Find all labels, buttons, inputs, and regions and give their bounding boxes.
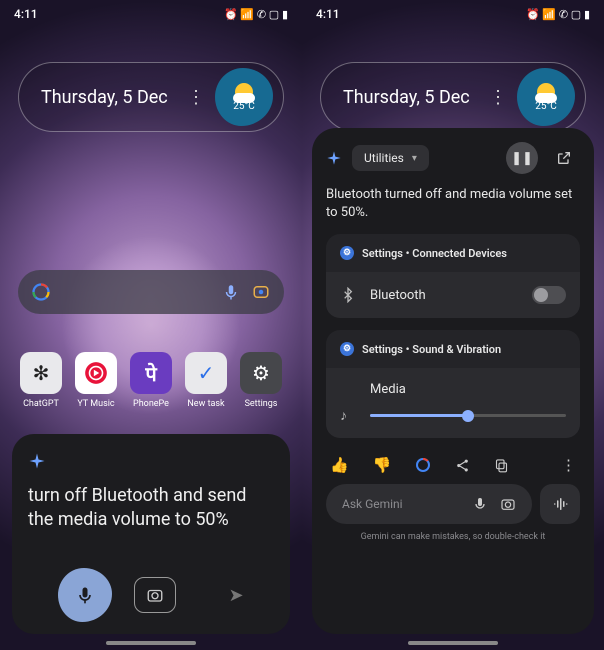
widget-menu-icon[interactable]: ⋮ [479,87,517,108]
sun-icon [235,83,253,101]
media-volume-slider[interactable] [370,414,566,417]
music-note-icon: ♪ [340,407,356,424]
date-text: Thursday, 5 Dec [343,87,479,108]
ytmusic-icon [75,352,117,394]
pause-button[interactable]: ❚❚ [506,142,538,174]
settings-icon: ⚙ [240,352,282,394]
mic-icon[interactable] [472,496,488,512]
app-phonepe[interactable]: पे PhonePe [126,352,176,409]
bluetooth-toggle[interactable] [532,286,566,304]
clock: 4:11 [14,7,38,21]
status-icons: ⏰ 📶 ✆ ▢ ▮ [224,8,288,21]
thumbs-down-button[interactable]: 👎 [373,456,392,474]
home-indicator[interactable] [106,641,196,645]
mic-button[interactable] [58,568,112,622]
date-text: Thursday, 5 Dec [41,87,177,108]
sheet-header: Utilities ▾ ❚❚ [326,142,580,174]
phonepe-icon: पे [130,352,172,394]
lens-icon[interactable] [252,283,270,301]
live-voice-button[interactable] [540,484,580,524]
feedback-row: 👍 👎 ⋮ [326,450,580,484]
gemini-prompt-panel: turn off Bluetooth and send the media vo… [12,434,290,634]
open-external-icon [556,150,572,166]
share-icon [455,458,470,473]
gemini-response-sheet: Utilities ▾ ❚❚ Bluetooth turned off and … [312,128,594,634]
bluetooth-icon [340,287,356,303]
copy-button[interactable] [494,458,509,473]
status-bar: 4:11 ⏰ 📶 ✆ ▢ ▮ [0,0,302,28]
waveform-icon [551,495,569,513]
gemini-star-icon [28,452,46,470]
phone-left-homescreen: 4:11 ⏰ 📶 ✆ ▢ ▮ Thursday, 5 Dec ⋮ 25°C ✻ … [0,0,302,650]
chevron-down-icon: ▾ [412,153,417,164]
clock: 4:11 [316,7,340,21]
extension-chip[interactable]: Utilities ▾ [352,145,429,171]
gear-icon: ⚙ [340,342,354,356]
app-dock: ✻ ChatGPT YT Music पे PhonePe ✓ New task… [16,352,286,409]
disclaimer-text: Gemini can make mistakes, so double-chec… [326,532,580,542]
camera-icon[interactable] [500,496,516,512]
home-indicator[interactable] [408,641,498,645]
google-search-bar[interactable] [18,270,284,314]
bluetooth-row: Bluetooth [340,286,566,304]
ask-placeholder: Ask Gemini [342,497,403,511]
phone-right-gemini-response: 4:11 ⏰ 📶 ✆ ▢ ▮ Thursday, 5 Dec ⋮ 25°C Ut… [302,0,604,650]
app-settings[interactable]: ⚙ Settings [236,352,286,409]
google-search-button[interactable] [415,457,431,473]
ask-gemini-input[interactable]: Ask Gemini [326,484,532,524]
share-button[interactable] [455,458,470,473]
response-text: Bluetooth turned off and media volume se… [326,186,580,222]
date-weather-widget[interactable]: Thursday, 5 Dec ⋮ 25°C [18,62,284,132]
connected-devices-card: ⚙ Settings • Connected Devices Bluetooth [326,234,580,318]
prompt-text: turn off Bluetooth and send the media vo… [28,484,274,558]
chatgpt-icon: ✻ [20,352,62,394]
card-header[interactable]: ⚙ Settings • Connected Devices [326,234,580,272]
app-chatgpt[interactable]: ✻ ChatGPT [16,352,66,409]
weather-badge[interactable]: 25°C [215,68,273,126]
widget-menu-icon[interactable]: ⋮ [177,87,215,108]
send-button[interactable]: ➤ [228,585,243,606]
date-weather-widget[interactable]: Thursday, 5 Dec ⋮ 25°C [320,62,586,132]
gemini-star-icon [326,150,342,166]
app-ytmusic[interactable]: YT Music [71,352,121,409]
cloud-icon [535,93,557,103]
open-external-button[interactable] [548,142,580,174]
mic-icon [75,585,95,605]
copy-icon [494,458,509,473]
sun-icon [537,83,555,101]
camera-button[interactable] [134,577,176,613]
sound-vibration-card: ⚙ Settings • Sound & Vibration Media ♪ [326,330,580,438]
status-icons: ⏰ 📶 ✆ ▢ ▮ [526,8,590,21]
thumbs-up-button[interactable]: 👍 [330,456,349,474]
prompt-action-row: ➤ [28,558,274,622]
media-label: Media [340,382,566,397]
mic-icon[interactable] [222,283,240,301]
app-newtask[interactable]: ✓ New task [181,352,231,409]
camera-icon [146,586,164,604]
media-slider-row: ♪ [340,407,566,424]
weather-badge[interactable]: 25°C [517,68,575,126]
card-header[interactable]: ⚙ Settings • Sound & Vibration [326,330,580,368]
status-bar: 4:11 ⏰ 📶 ✆ ▢ ▮ [302,0,604,28]
google-logo-icon [32,283,50,301]
cloud-icon [233,93,255,103]
gear-icon: ⚙ [340,246,354,260]
ask-input-row: Ask Gemini [326,484,580,524]
more-button[interactable]: ⋮ [561,456,576,474]
tasks-icon: ✓ [185,352,227,394]
